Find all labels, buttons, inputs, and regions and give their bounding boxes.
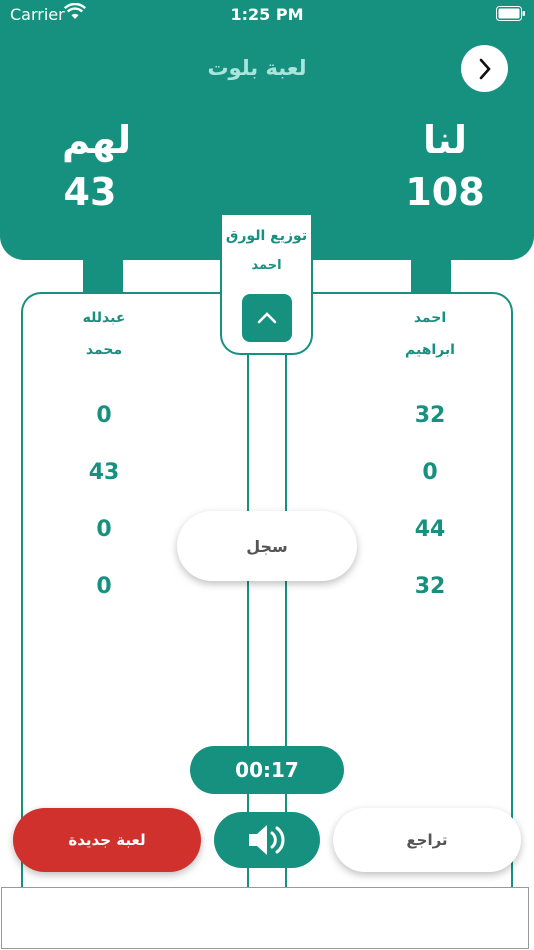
- round-score-them: 0: [96, 403, 112, 428]
- team-them-label: لهم: [62, 118, 132, 162]
- player-them-1: عبدلله: [82, 310, 126, 326]
- dealer-title: توزيع الورق: [225, 228, 308, 244]
- new-game-button[interactable]: لعبة جديدة: [13, 808, 201, 872]
- connector-right: [411, 258, 451, 292]
- round-score-them: 43: [88, 460, 120, 485]
- round-score-us: 0: [422, 460, 438, 485]
- player-us-1: احمد: [413, 310, 447, 326]
- player-them-2: محمد: [85, 342, 123, 358]
- round-score-them: 0: [96, 517, 112, 542]
- status-bar: Carrier 1:25 PM: [0, 0, 534, 30]
- chevron-up-icon: [257, 312, 277, 324]
- round-score-us: 44: [414, 517, 446, 542]
- sound-toggle-button[interactable]: [214, 812, 320, 868]
- status-time: 1:25 PM: [230, 5, 304, 24]
- game-timer: 00:17: [190, 746, 344, 794]
- speaker-icon: [249, 825, 285, 855]
- connector-left: [83, 258, 123, 292]
- team-us-score: 108: [405, 170, 485, 214]
- round-score-us: 32: [414, 574, 446, 599]
- record-button[interactable]: سجل: [177, 511, 357, 581]
- game-title: لعبة بلوت: [207, 56, 307, 80]
- battery-icon: [496, 6, 525, 21]
- dealer-name: احمد: [251, 258, 282, 273]
- undo-button[interactable]: تراجع: [333, 808, 521, 872]
- dealer-toggle-button[interactable]: [242, 294, 292, 342]
- forward-button[interactable]: [461, 45, 508, 92]
- team-them-score: 43: [63, 170, 117, 214]
- ad-banner: [1, 887, 529, 949]
- round-score-them: 0: [96, 574, 112, 599]
- chevron-right-icon: [479, 58, 491, 79]
- team-us-label: لنا: [422, 118, 468, 162]
- round-score-us: 32: [414, 403, 446, 428]
- player-us-2: ابراهيم: [405, 342, 455, 358]
